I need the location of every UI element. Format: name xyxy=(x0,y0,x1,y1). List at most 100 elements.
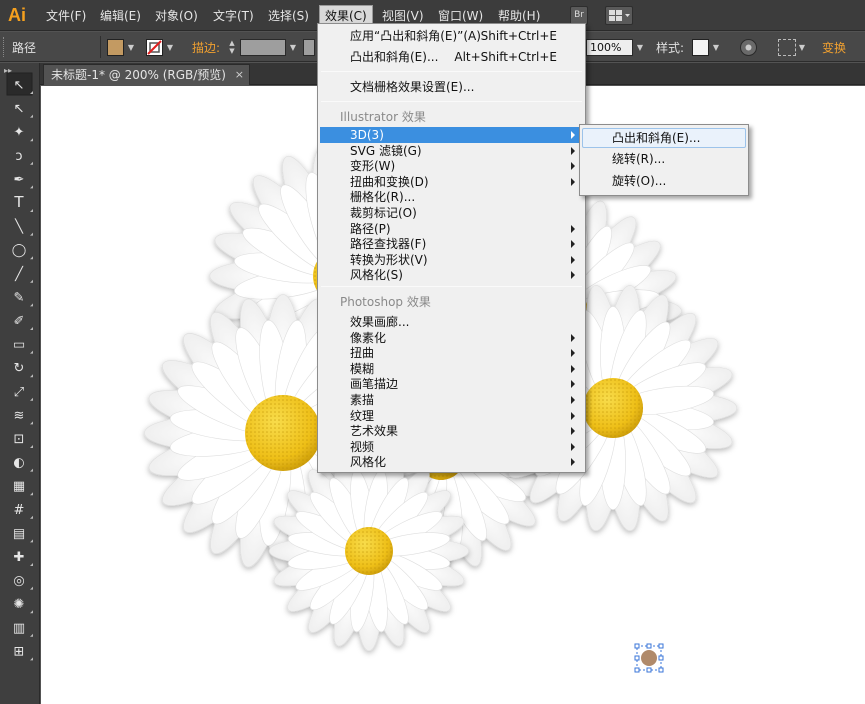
menu-item-illustrator-5[interactable]: 裁剪标记(O) xyxy=(320,205,583,221)
close-tab-icon[interactable]: × xyxy=(235,65,244,85)
selected-object[interactable] xyxy=(634,643,664,673)
warp-tool-icon[interactable]: ≋ xyxy=(14,408,33,425)
photoshop-effects-header: Photoshop 效果 xyxy=(340,295,431,309)
shape-builder-tool-icon[interactable]: ◐ xyxy=(13,456,33,472)
paintbrush-tool-icon[interactable]: ╱ xyxy=(14,265,33,283)
submenu-arrow-icon xyxy=(571,349,575,358)
blend-tool-icon[interactable]: ◎ xyxy=(13,574,33,590)
menu-item-photoshop-2[interactable]: 扭曲 xyxy=(320,345,583,361)
menu-item-photoshop-4[interactable]: 画笔描边 xyxy=(320,376,583,392)
shortcut-label: Alt+Shift+Ctrl+E xyxy=(454,50,557,64)
svg-text:↖: ↖ xyxy=(14,78,25,93)
eraser-tool-icon[interactable]: ▭ xyxy=(13,338,33,354)
submenu-arrow-icon xyxy=(571,442,575,451)
menu-item-illustrator-9[interactable]: 风格化(S) xyxy=(320,267,583,283)
graphic-style-dropdown[interactable]: ▼ xyxy=(711,39,721,56)
menu-object[interactable]: 对象(O) xyxy=(150,6,203,26)
menu-item-illustrator-6[interactable]: 路径(P) xyxy=(320,221,583,237)
menu-item-illustrator-8[interactable]: 转换为形状(V) xyxy=(320,252,583,268)
selection-tool-icon[interactable]: ↖ xyxy=(6,72,33,96)
menu-item-illustrator-3[interactable]: 扭曲和变换(D) xyxy=(320,174,583,190)
symbol-sprayer-tool-icon[interactable]: ✺ xyxy=(14,597,33,614)
mesh-tool-icon[interactable]: # xyxy=(14,503,33,519)
menu-item-label: 艺术效果 xyxy=(350,424,399,439)
menu-item-label: 3D(3) xyxy=(350,128,384,142)
menu-item-apply-last-effect[interactable]: 应用“凸出和斜角(E)”(A) Shift+Ctrl+E xyxy=(320,28,583,44)
fill-swatch[interactable] xyxy=(107,39,124,56)
svg-text:↻: ↻ xyxy=(14,361,25,376)
menu-type[interactable]: 文字(T) xyxy=(208,6,259,26)
line-segment-tool-icon[interactable]: ╲ xyxy=(14,218,33,236)
object-type-label: 路径 xyxy=(12,41,37,55)
pencil-tool-icon[interactable]: ✎ xyxy=(14,290,33,307)
menu-item-label: 模糊 xyxy=(350,361,375,376)
type-tool-icon[interactable]: T xyxy=(13,193,33,212)
submenu-arrow-icon xyxy=(571,146,575,155)
document-tab[interactable]: 未标题-1* @ 200% (RGB/预览) × xyxy=(43,64,250,85)
stroke-label[interactable]: 描边: xyxy=(192,39,220,56)
blob-brush-tool-icon[interactable]: ✐ xyxy=(14,314,33,330)
perspective-grid-tool-icon[interactable]: ▦ xyxy=(13,479,33,496)
opacity-dropdown[interactable]: ▼ xyxy=(635,39,645,56)
stroke-weight-dropdown[interactable]: ▼ xyxy=(288,39,298,56)
direct-selection-tool-icon[interactable]: ↖ xyxy=(14,102,33,118)
menu-item-label: 路径查找器(F) xyxy=(350,237,427,252)
menu-item-photoshop-9[interactable]: 风格化 xyxy=(320,454,583,470)
menu-item-label: 纹理 xyxy=(350,408,375,423)
menu-edit[interactable]: 编辑(E) xyxy=(95,6,146,26)
eyedropper-tool-icon[interactable]: ✚ xyxy=(14,550,33,566)
menu-item-photoshop-7[interactable]: 艺术效果 xyxy=(320,423,583,439)
menu-item-photoshop-3[interactable]: 模糊 xyxy=(320,361,583,377)
opacity-field[interactable]: 100% xyxy=(586,39,633,56)
menu-item-photoshop-1[interactable]: 像素化 xyxy=(320,330,583,346)
stroke-swatch[interactable] xyxy=(146,39,163,56)
menu-item-photoshop-0[interactable]: 效果画廊... xyxy=(320,314,583,330)
recolor-artwork-icon[interactable] xyxy=(740,39,757,56)
menu-item-photoshop-5[interactable]: 素描 xyxy=(320,392,583,408)
magic-wand-tool-icon[interactable]: ✦ xyxy=(14,125,33,142)
illustrator-effects-header: Illustrator 效果 xyxy=(340,110,426,124)
ellipse-tool-icon[interactable]: ◯ xyxy=(12,243,33,260)
menu-item-document-raster-effects[interactable]: 文档栅格效果设置(E)... xyxy=(320,79,583,95)
control-bar-grip[interactable] xyxy=(3,37,6,57)
scale-tool-icon[interactable]: ⤢ xyxy=(14,385,33,401)
menu-item-illustrator-0[interactable]: 3D(3) xyxy=(320,127,583,143)
svg-text:◯: ◯ xyxy=(12,243,27,258)
menu-item-illustrator-4[interactable]: 栅格化(R)... xyxy=(320,189,583,205)
align-dropdown[interactable]: ▼ xyxy=(797,39,807,56)
menu-separator xyxy=(321,286,582,287)
menu-select[interactable]: 选择(S) xyxy=(263,6,314,26)
svg-text:╱: ╱ xyxy=(14,265,24,282)
menu-item-label: 画笔描边 xyxy=(350,377,399,392)
variable-width-field[interactable] xyxy=(303,39,315,56)
menu-file[interactable]: 文件(F) xyxy=(41,6,91,26)
menu-item-photoshop-8[interactable]: 视频 xyxy=(320,439,583,455)
stroke-dropdown[interactable]: ▼ xyxy=(165,39,175,56)
lasso-tool-icon[interactable]: ↄ xyxy=(15,149,33,165)
fill-dropdown[interactable]: ▼ xyxy=(126,39,136,56)
submenu-item-revolve[interactable]: 绕转(R)... xyxy=(582,151,746,167)
free-transform-tool-icon[interactable]: ⊡ xyxy=(14,432,33,448)
pen-tool-icon[interactable]: ✒ xyxy=(14,172,33,189)
menu-item-illustrator-1[interactable]: SVG 滤镜(G) xyxy=(320,143,583,159)
artboard-tool-icon[interactable]: ⊞ xyxy=(14,644,33,661)
stroke-weight-field[interactable] xyxy=(240,39,286,56)
menu-item-illustrator-2[interactable]: 变形(W) xyxy=(320,158,583,174)
submenu-item-rotate[interactable]: 旋转(O)... xyxy=(582,173,746,189)
rotate-tool-icon[interactable]: ↻ xyxy=(14,361,33,378)
menu-item-last-effect[interactable]: 凸出和斜角(E)... Alt+Shift+Ctrl+E xyxy=(320,49,583,65)
effect-menu: 应用“凸出和斜角(E)”(A) Shift+Ctrl+E 凸出和斜角(E)...… xyxy=(317,23,586,473)
menu-item-photoshop-6[interactable]: 纹理 xyxy=(320,408,583,424)
submenu-item-extrude-bevel[interactable]: 凸出和斜角(E)... xyxy=(582,130,746,146)
svg-text:⊞: ⊞ xyxy=(14,644,25,659)
column-graph-tool-icon[interactable]: ▥ xyxy=(13,621,33,637)
align-icon[interactable] xyxy=(778,39,796,56)
menu-item-illustrator-7[interactable]: 路径查找器(F) xyxy=(320,236,583,252)
gradient-tool-icon[interactable]: ▤ xyxy=(13,526,33,543)
graphic-style-swatch[interactable] xyxy=(692,39,709,56)
toolbox-icons: ↖ ↖ ✦ ↄ ✒ T ╲ ◯ ╱ ✎ ✐ ▭ ↻ ⤢ ≋ ⊡ ◐ ▦ # ▤ ✚ ◎ ✺ ▥ ⊞ xyxy=(6,72,33,661)
arrange-documents-button[interactable] xyxy=(605,6,633,25)
stroke-weight-stepper[interactable]: ▲ ▼ xyxy=(227,39,237,56)
transform-label[interactable]: 变换 xyxy=(822,39,846,56)
svg-text:◎: ◎ xyxy=(13,574,24,589)
